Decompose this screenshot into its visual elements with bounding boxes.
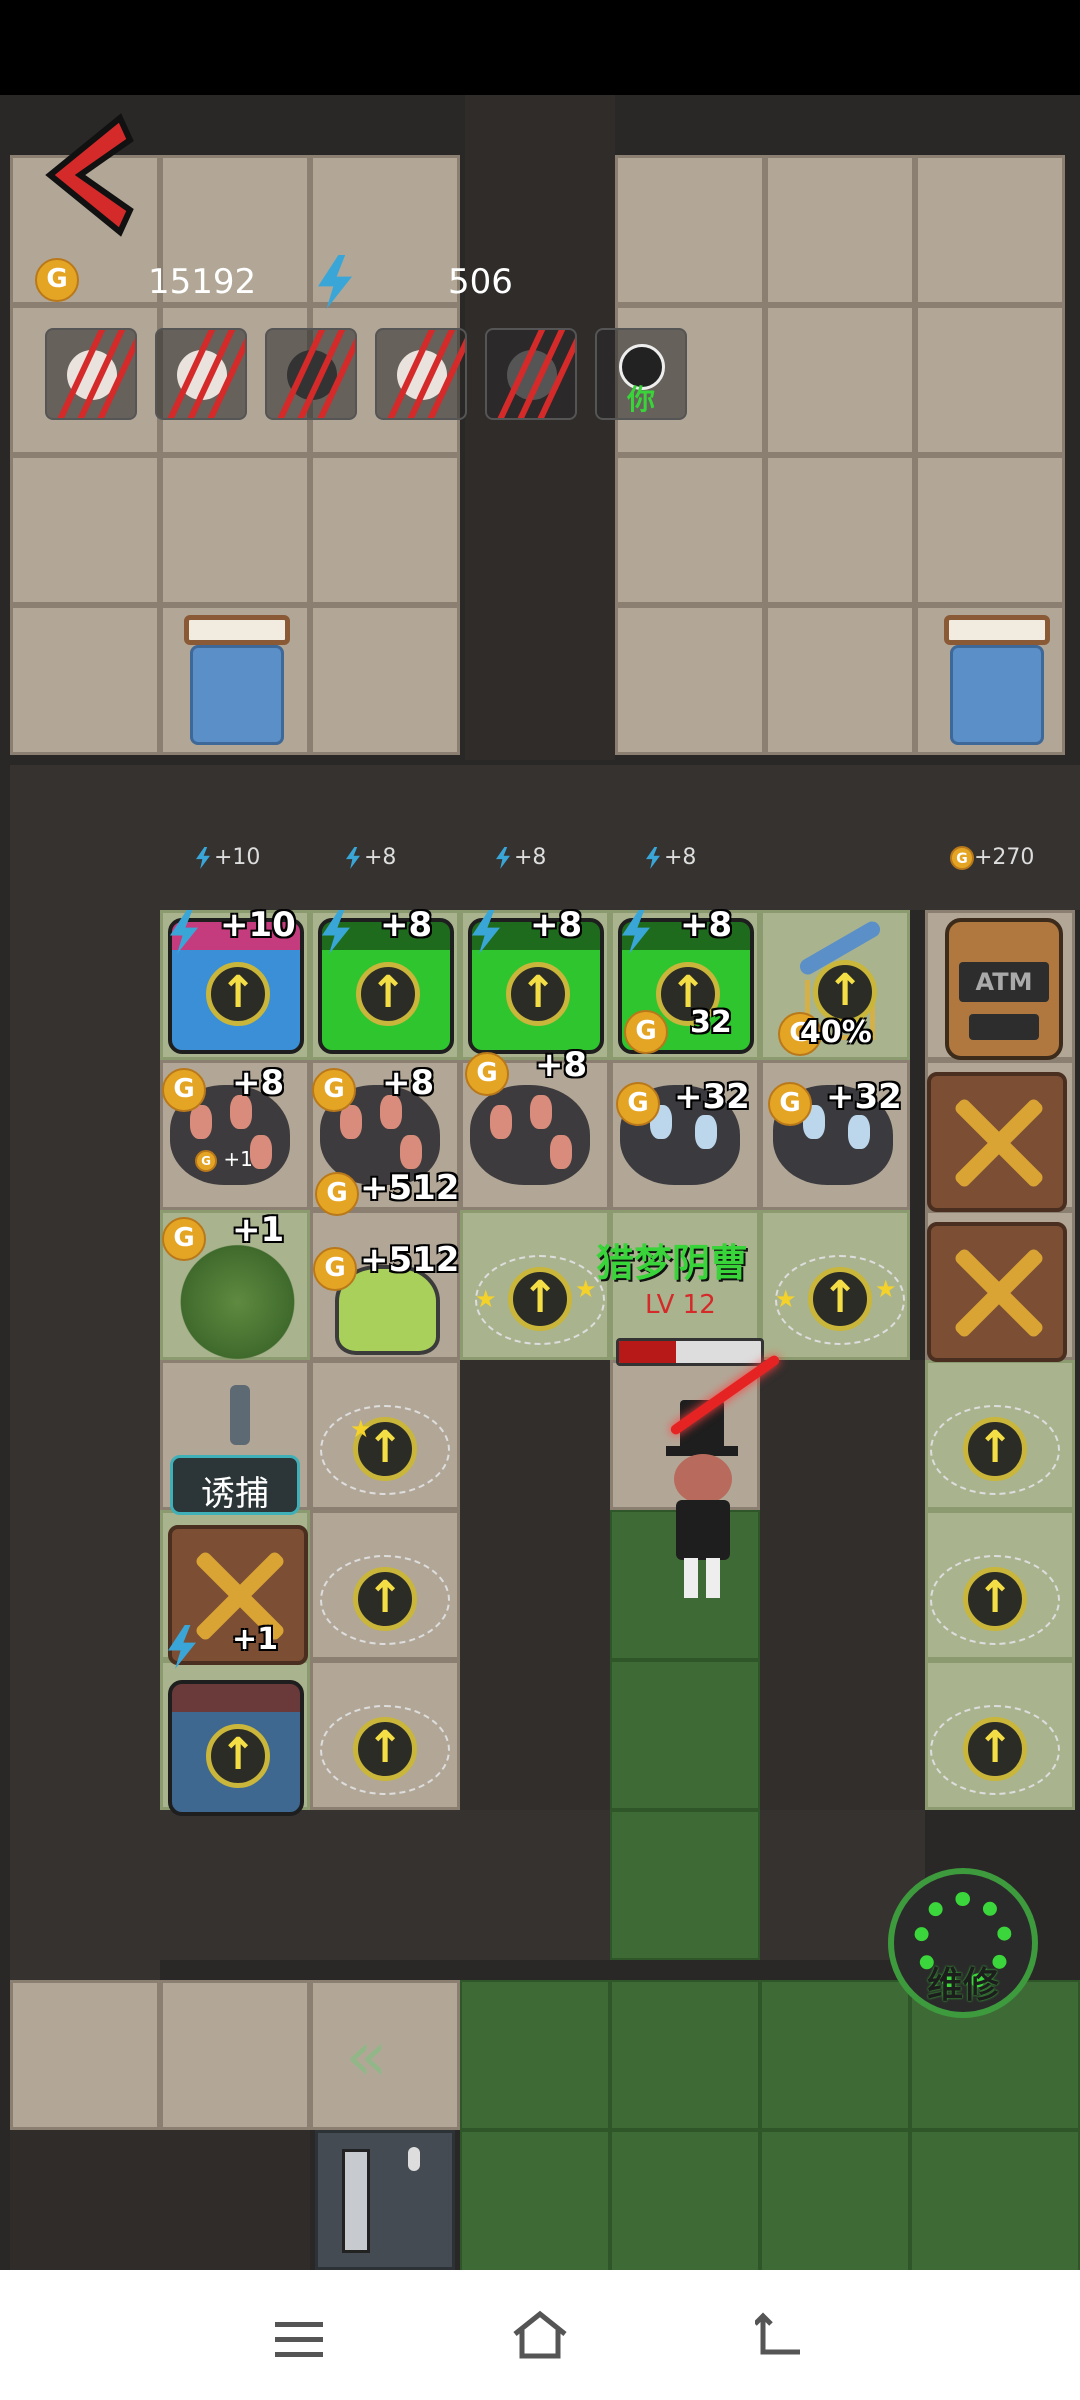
upgrade-slot-r3c5[interactable]: ★★ <box>775 1245 905 1355</box>
upgrade-arrow-icon <box>506 962 570 1026</box>
base-wall-top <box>10 765 1080 910</box>
door-arrow-icon: « <box>345 2015 388 2097</box>
upgrade-slot-r4c2[interactable]: ★ <box>320 1395 450 1505</box>
coin-icon: G <box>312 1068 356 1112</box>
bed-right[interactable] <box>938 615 1056 755</box>
player-character[interactable] <box>650 1400 750 1605</box>
row2-label-2: +8 <box>382 1063 435 1103</box>
player-slot[interactable] <box>375 328 467 420</box>
coin-icon: G <box>162 1068 206 1112</box>
generator-machine-5[interactable] <box>168 1680 304 1816</box>
upgrade-slot-r6c6[interactable] <box>930 1695 1060 1805</box>
upgrade-arrow-icon <box>508 1267 572 1331</box>
coins-value: 15192 <box>148 262 257 302</box>
coin-icon: G <box>465 1052 509 1096</box>
back-icon[interactable] <box>753 2312 805 2358</box>
enemy-hp-fill <box>619 1341 676 1363</box>
status-bar-area <box>0 0 1080 95</box>
upgrade-slot-r4c6[interactable] <box>930 1395 1060 1505</box>
row1-label-3: +8 <box>530 905 583 945</box>
upgrade-slot-r3c3[interactable]: ★★ <box>475 1245 605 1355</box>
coins-display: G <box>35 258 79 308</box>
income-col-4: +8 <box>646 845 696 870</box>
income-col-3: +8 <box>496 845 546 870</box>
upgrade-arrow-icon <box>808 1267 872 1331</box>
player-slot[interactable] <box>485 328 577 420</box>
coin-icon: G <box>768 1082 812 1126</box>
player-slot[interactable] <box>45 328 137 420</box>
upgrade-arrow-icon <box>206 1724 270 1788</box>
coin-icon: G <box>315 1172 359 1216</box>
energy-icon <box>196 847 210 869</box>
you-tag: 你 <box>626 383 655 416</box>
coin-icon: G <box>313 1247 357 1291</box>
row1-label-4: +8 <box>680 905 733 945</box>
row3-label-1: +1 <box>232 1210 285 1250</box>
coin-icon: G <box>35 258 79 302</box>
row2-small-label: G +1 <box>195 1147 253 1172</box>
upgrade-arrow-icon <box>353 1717 417 1781</box>
row2-label-5: +32 <box>826 1077 902 1117</box>
toolbox-repair-2[interactable] <box>927 1222 1067 1362</box>
menu-icon[interactable] <box>275 2322 323 2358</box>
energy-icon <box>496 847 510 869</box>
back-button[interactable] <box>30 110 140 240</box>
upgrade-arrow-icon <box>963 1567 1027 1631</box>
bottom-floor <box>0 1980 1080 2270</box>
coin-icon: G <box>162 1217 206 1261</box>
coin-icon: G <box>616 1082 660 1126</box>
base-wall-left <box>10 765 160 1980</box>
row1-obscured-percent: 40% <box>800 1015 872 1050</box>
coin-icon: G <box>950 846 974 870</box>
players-row: 你 <box>45 328 695 423</box>
row5-label: +1 <box>232 1622 279 1657</box>
corridor-wall <box>465 95 615 760</box>
lure-label: 诱捕 <box>201 1474 269 1514</box>
upgrade-arrow-icon <box>353 1567 417 1631</box>
player-slot-you[interactable]: 你 <box>595 328 687 420</box>
repair-label: 维修 <box>926 1965 999 2006</box>
upgrade-slot-r5c6[interactable] <box>930 1545 1060 1655</box>
player-slot[interactable] <box>155 328 247 420</box>
income-col-6: G +270 <box>950 845 1034 870</box>
row1-label-1: +10 <box>220 905 296 945</box>
trap-device[interactable] <box>200 1385 280 1465</box>
coin-icon: G <box>624 1010 668 1054</box>
bed-left[interactable] <box>178 615 296 755</box>
row1-obscured-label: 32 <box>690 1005 732 1040</box>
lure-button[interactable]: 诱捕 <box>170 1455 300 1515</box>
row2-label-1: +8 <box>232 1063 285 1103</box>
upgrade-arrow-icon <box>963 1417 1027 1481</box>
income-col-1: +10 <box>196 845 260 870</box>
enemy-name: 猎梦阴曹 <box>596 1241 749 1285</box>
row2-label-3: +8 <box>535 1045 588 1085</box>
system-nav-bar <box>0 2270 1080 2400</box>
income-col-2: +8 <box>346 845 396 870</box>
home-icon[interactable] <box>510 2310 570 2360</box>
upgrade-slot-r6c2[interactable] <box>320 1695 450 1805</box>
upgrade-arrow-icon <box>356 962 420 1026</box>
energy-value: 506 <box>448 262 513 302</box>
upgrade-slot-r5c2[interactable] <box>320 1545 450 1655</box>
repair-button[interactable]: 维修 <box>888 1868 1038 2018</box>
toolbox-repair-1[interactable] <box>927 1072 1067 1212</box>
coin-icon: G <box>195 1149 217 1172</box>
row2-label-4: +32 <box>674 1077 750 1117</box>
row3-label-2: +512 <box>360 1240 460 1280</box>
ore-rock-3[interactable] <box>470 1085 590 1185</box>
atm-machine[interactable]: ATM <box>945 918 1063 1060</box>
energy-icon <box>346 847 360 869</box>
upgrade-arrow-icon <box>963 1717 1027 1781</box>
enemy-level: LV 12 <box>645 1290 716 1320</box>
row2-overlay-label: +512 <box>360 1168 460 1208</box>
enemy-hp-bar <box>616 1338 764 1366</box>
door[interactable] <box>315 2130 455 2270</box>
upgrade-arrow-icon <box>206 962 270 1026</box>
energy-icon <box>646 847 660 869</box>
atm-label: ATM <box>959 962 1049 1002</box>
row1-label-2: +8 <box>380 905 433 945</box>
player-slot[interactable] <box>265 328 357 420</box>
